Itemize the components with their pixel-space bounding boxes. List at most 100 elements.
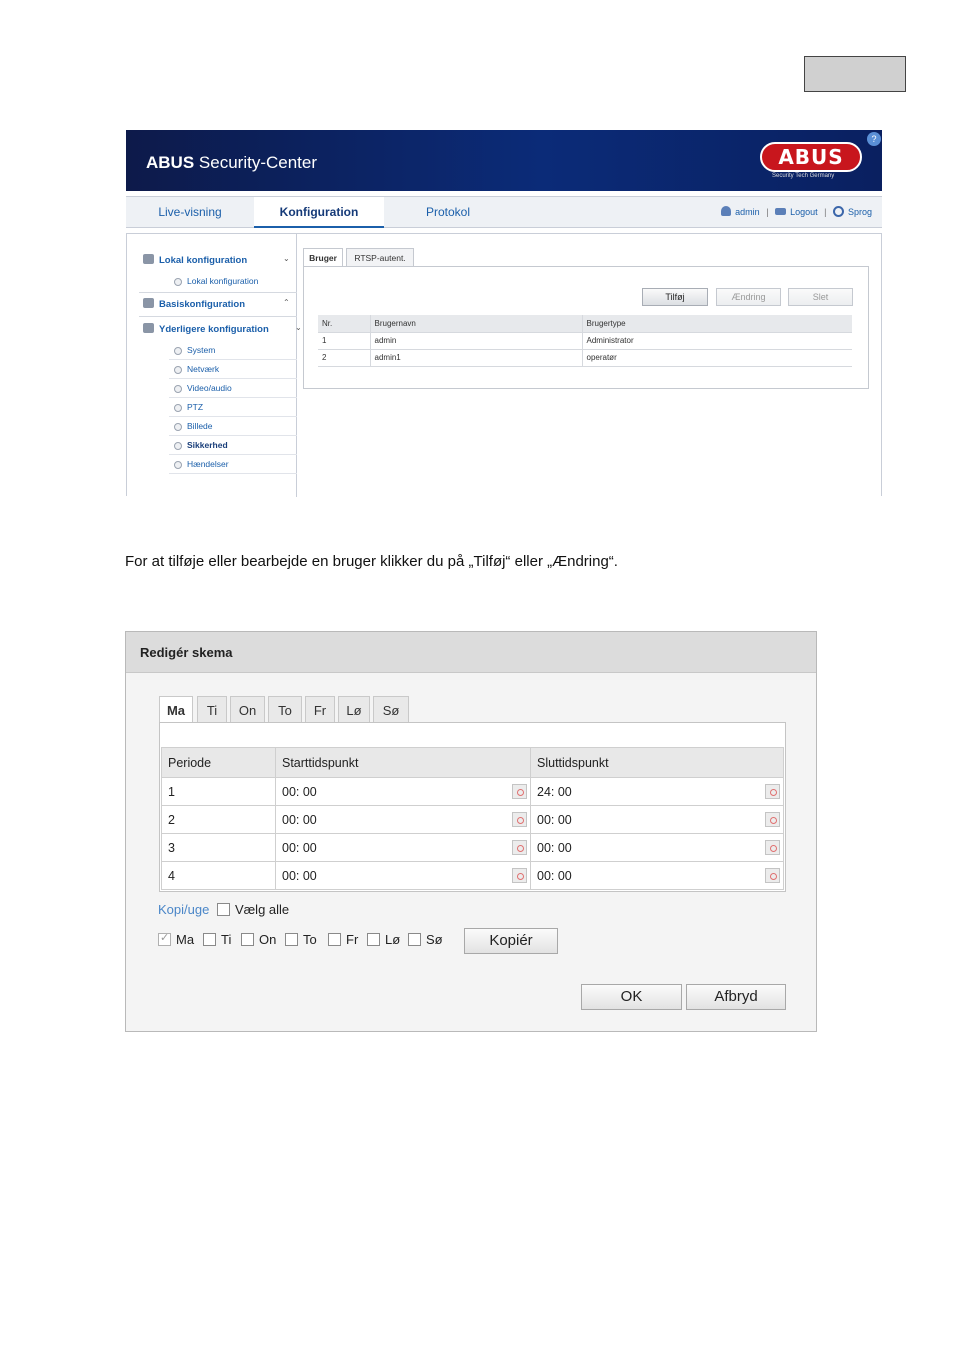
- period-cell: 1: [161, 777, 276, 806]
- tab-wednesday[interactable]: On: [230, 696, 265, 723]
- sidebar-item-security[interactable]: Sikkerhed: [169, 436, 297, 455]
- checkbox[interactable]: [241, 933, 254, 946]
- table-row: 2 00: 00 00: 00: [161, 805, 784, 834]
- add-button[interactable]: Tilføj: [642, 288, 708, 306]
- end-time-field[interactable]: 24: 00: [530, 777, 784, 806]
- table-cell: operatør: [582, 349, 852, 367]
- column-header: Periode: [161, 747, 276, 778]
- edit-button[interactable]: Ændring: [716, 288, 781, 306]
- period-cell: 4: [161, 861, 276, 890]
- copy-day-monday[interactable]: Ma: [158, 931, 194, 947]
- table-row[interactable]: 1 admin Administrator: [318, 332, 852, 350]
- clock-icon[interactable]: [512, 868, 527, 883]
- tab-sunday[interactable]: Sø: [373, 696, 409, 723]
- clock-icon[interactable]: [512, 812, 527, 827]
- tab-monday[interactable]: Ma: [159, 696, 193, 723]
- start-time-field[interactable]: 00: 00: [275, 777, 531, 806]
- app-header: ABUS Security-Center ABUS Security Tech …: [126, 130, 882, 191]
- select-all-label: Vælg alle: [234, 902, 290, 917]
- tab-rtsp-auth[interactable]: RTSP-autent.: [346, 248, 414, 267]
- start-time-field[interactable]: 00: 00: [275, 805, 531, 834]
- chevron-down-icon: ⌄: [295, 323, 302, 332]
- table-cell: admin: [370, 332, 583, 350]
- checkbox[interactable]: [328, 933, 341, 946]
- help-icon[interactable]: ?: [867, 132, 881, 146]
- config-content: Lokal konfiguration ⌄ Lokal konfiguratio…: [126, 233, 882, 497]
- main-nav: Live-visning Konfiguration Protokol admi…: [126, 196, 882, 228]
- logout-icon: [775, 208, 787, 215]
- table-cell: 2: [318, 349, 371, 367]
- logout-link[interactable]: Logout: [790, 207, 818, 217]
- copy-day-friday[interactable]: Fr: [328, 932, 358, 947]
- tab-thursday[interactable]: To: [268, 696, 302, 723]
- user-icon: [721, 206, 732, 216]
- copy-day-thursday[interactable]: To: [285, 932, 317, 947]
- column-header: Sluttidspunkt: [530, 747, 784, 778]
- start-time-field[interactable]: 00: 00: [275, 833, 531, 862]
- tab-tuesday[interactable]: Ti: [197, 696, 227, 723]
- nav-user-area: admin | Logout | Sprog: [721, 197, 872, 228]
- clock-icon[interactable]: [765, 840, 780, 855]
- schedule-table: Periode Starttidspunkt Sluttidspunkt 1 0…: [161, 747, 784, 890]
- table-row: 3 00: 00 00: 00: [161, 833, 784, 862]
- tab-user[interactable]: Bruger: [303, 248, 343, 267]
- sidebar-item-local-config[interactable]: Lokal konfiguration: [169, 272, 297, 291]
- checkbox[interactable]: [203, 933, 216, 946]
- end-time-field[interactable]: 00: 00: [530, 833, 784, 862]
- copy-week-link[interactable]: Kopi/uge: [158, 902, 209, 917]
- schedule-panel: Periode Starttidspunkt Sluttidspunkt 1 0…: [159, 722, 786, 892]
- clock-icon[interactable]: [765, 784, 780, 799]
- copy-day-tuesday[interactable]: Ti: [203, 932, 231, 947]
- table-header-row: Periode Starttidspunkt Sluttidspunkt: [161, 747, 784, 778]
- delete-button[interactable]: Slet: [788, 288, 853, 306]
- sidebar-item-image[interactable]: Billede: [169, 417, 297, 436]
- config-sidebar: Lokal konfiguration ⌄ Lokal konfiguratio…: [127, 234, 302, 497]
- tab-saturday[interactable]: Lø: [338, 696, 370, 723]
- user-name: admin: [735, 207, 760, 217]
- language-link[interactable]: Sprog: [848, 207, 872, 217]
- sidebar-item-ptz[interactable]: PTZ: [169, 398, 297, 417]
- end-time-field[interactable]: 00: 00: [530, 805, 784, 834]
- copy-day-sunday[interactable]: Sø: [408, 932, 443, 947]
- tab-protocol[interactable]: Protokol: [384, 197, 512, 228]
- table-row: 1 00: 00 24: 00: [161, 777, 784, 806]
- edit-schedule-dialog: Redigér skema Ma Ti On To Fr Lø Sø Perio…: [125, 631, 817, 1032]
- gear-icon: [143, 298, 154, 308]
- checkbox[interactable]: [367, 933, 380, 946]
- sidebar-item-video-audio[interactable]: Video/audio: [169, 379, 297, 398]
- sidebar-item-network[interactable]: Netværk: [169, 360, 297, 379]
- dialog-title: Redigér skema: [140, 645, 233, 660]
- start-time-field[interactable]: 00: 00: [275, 861, 531, 890]
- sidebar-group-local[interactable]: Lokal konfiguration ⌄: [143, 254, 290, 266]
- select-all-checkbox[interactable]: [216, 903, 230, 916]
- copy-week-row: Kopi/uge Vælg alle: [158, 902, 289, 917]
- dialog-title-bar: Redigér skema: [126, 632, 816, 673]
- security-center-screenshot: ABUS Security-Center ABUS Security Tech …: [126, 130, 882, 497]
- sidebar-item-events[interactable]: Hændelser: [169, 455, 297, 474]
- checkbox-checked[interactable]: [158, 931, 171, 946]
- clock-icon[interactable]: [765, 812, 780, 827]
- sidebar-item-system[interactable]: System: [169, 341, 297, 360]
- table-header-row: Nr. Brugernavn Brugertype: [318, 315, 852, 333]
- copy-day-saturday[interactable]: Lø: [367, 932, 400, 947]
- ok-button[interactable]: OK: [581, 984, 682, 1010]
- tab-friday[interactable]: Fr: [305, 696, 335, 723]
- column-header: Brugernavn: [370, 315, 583, 333]
- copy-day-wednesday[interactable]: On: [241, 932, 276, 947]
- tab-configuration[interactable]: Konfiguration: [254, 197, 384, 228]
- clock-icon[interactable]: [765, 868, 780, 883]
- table-row[interactable]: 2 admin1 operatør: [318, 349, 852, 367]
- end-time-field[interactable]: 00: 00: [530, 861, 784, 890]
- period-cell: 2: [161, 805, 276, 834]
- clock-icon[interactable]: [512, 784, 527, 799]
- divider: [139, 292, 297, 293]
- checkbox[interactable]: [408, 933, 421, 946]
- sidebar-group-advanced[interactable]: Yderligere konfiguration ⌄: [143, 323, 302, 335]
- chevron-up-icon: ⌃: [283, 298, 290, 307]
- sidebar-group-basic[interactable]: Basiskonfiguration ⌃: [143, 298, 290, 310]
- copy-button[interactable]: Kopiér: [464, 928, 558, 954]
- checkbox[interactable]: [285, 933, 298, 946]
- clock-icon[interactable]: [512, 840, 527, 855]
- tab-live-view[interactable]: Live-visning: [126, 197, 254, 228]
- cancel-button[interactable]: Afbryd: [686, 984, 786, 1010]
